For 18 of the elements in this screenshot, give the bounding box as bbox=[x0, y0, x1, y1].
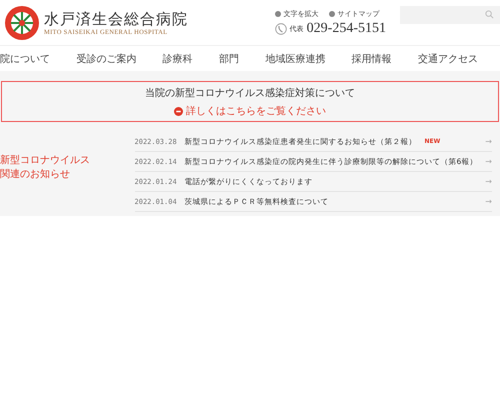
arrow-circle-icon bbox=[174, 106, 183, 116]
hospital-logo-icon[interactable] bbox=[4, 4, 40, 40]
search-field[interactable] bbox=[400, 6, 500, 24]
phone-icon bbox=[274, 22, 287, 34]
nav-item[interactable]: 地域医療連携 bbox=[265, 52, 326, 66]
nav-item[interactable]: 部門 bbox=[218, 52, 239, 66]
nav-item[interactable]: 受診のご案内 bbox=[76, 52, 136, 66]
nav-item[interactable]: 採用情報 bbox=[352, 52, 392, 66]
search-icon[interactable] bbox=[485, 10, 494, 19]
hospital-name: 水戸済生会総合病院 bbox=[44, 10, 188, 28]
news-heading: 新型コロナウイルス bbox=[0, 154, 91, 168]
phone-number: 029-254-5151 bbox=[306, 20, 386, 36]
nav-item[interactable]: 交通アクセス bbox=[418, 52, 478, 66]
news-heading: 関連のお知らせ bbox=[0, 168, 71, 182]
nav-item[interactable]: 院について bbox=[0, 52, 50, 66]
notice-link[interactable]: 詳しくはこちらをご覧ください bbox=[186, 104, 326, 118]
notice-title: 当院の新型コロナウイルス感染症対策について bbox=[144, 86, 356, 100]
nav-item[interactable]: 診療科 bbox=[162, 52, 193, 66]
